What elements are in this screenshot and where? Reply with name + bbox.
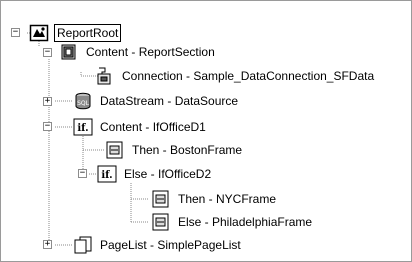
tree-node-label: Then - BostonFrame [132, 143, 243, 157]
tree-node-if-office-d1[interactable]: if. Content - IfOfficeD1 [73, 117, 208, 137]
report-section-icon [59, 43, 79, 61]
tree-node-datastream[interactable]: SQL DataStream - DataSource [73, 91, 240, 111]
tree-node-label: Else - PhiladelphiaFrame [178, 215, 313, 229]
tree-node-else-philadelphia-frame[interactable]: Else - PhiladelphiaFrame [151, 212, 314, 232]
tree-node-label: Else - IfOfficeD2 [124, 167, 212, 181]
expand-pagelist-button[interactable]: + [43, 240, 52, 249]
data-connection-icon [95, 67, 115, 85]
tree-node-label: PageList - SimplePageList [100, 238, 241, 252]
tree-node-label: Connection - Sample_DataConnection_SFDat… [122, 69, 375, 83]
pagelist-icon [73, 236, 93, 254]
tree-node-then-boston-frame[interactable]: Then - BostonFrame [105, 140, 244, 160]
svg-text:SQL: SQL [77, 100, 90, 107]
svg-text:if.: if. [101, 170, 112, 181]
tree-node-pagelist[interactable]: PageList - SimplePageList [73, 235, 243, 255]
tree-node-label: DataStream - DataSource [100, 94, 239, 108]
tree-view: − ReportRoot − Content - ReportSection C… [0, 0, 412, 262]
tree-node-label: ReportRoot [54, 24, 122, 42]
tree-node-else-if-office-d2[interactable]: if. Else - IfOfficeD2 [97, 164, 213, 184]
tree-node-connection[interactable]: Connection - Sample_DataConnection_SFDat… [95, 66, 376, 86]
frame-icon [151, 213, 171, 231]
tree-node-label: Content - IfOfficeD1 [100, 120, 206, 134]
tree-node-content-report-section[interactable]: Content - ReportSection [59, 42, 217, 62]
datastream-icon: SQL [73, 92, 93, 110]
if-icon: if. [97, 165, 117, 183]
if-icon: if. [73, 118, 93, 136]
svg-text:if.: if. [77, 123, 88, 134]
expand-datastream-button[interactable]: + [43, 97, 52, 106]
report-root-icon [29, 24, 49, 42]
frame-icon [151, 190, 171, 208]
collapse-report-section-button[interactable]: − [43, 48, 52, 57]
collapse-root-button[interactable]: − [11, 28, 20, 37]
tree-node-report-root[interactable]: ReportRoot [29, 23, 122, 43]
collapse-if-office-d2-button[interactable]: − [78, 169, 87, 178]
tree-node-label: Then - NYCFrame [178, 192, 277, 206]
tree-node-label: Content - ReportSection [86, 45, 215, 59]
collapse-if-office-d1-button[interactable]: − [43, 122, 52, 131]
frame-icon [105, 141, 125, 159]
tree-node-then-nyc-frame[interactable]: Then - NYCFrame [151, 189, 278, 209]
